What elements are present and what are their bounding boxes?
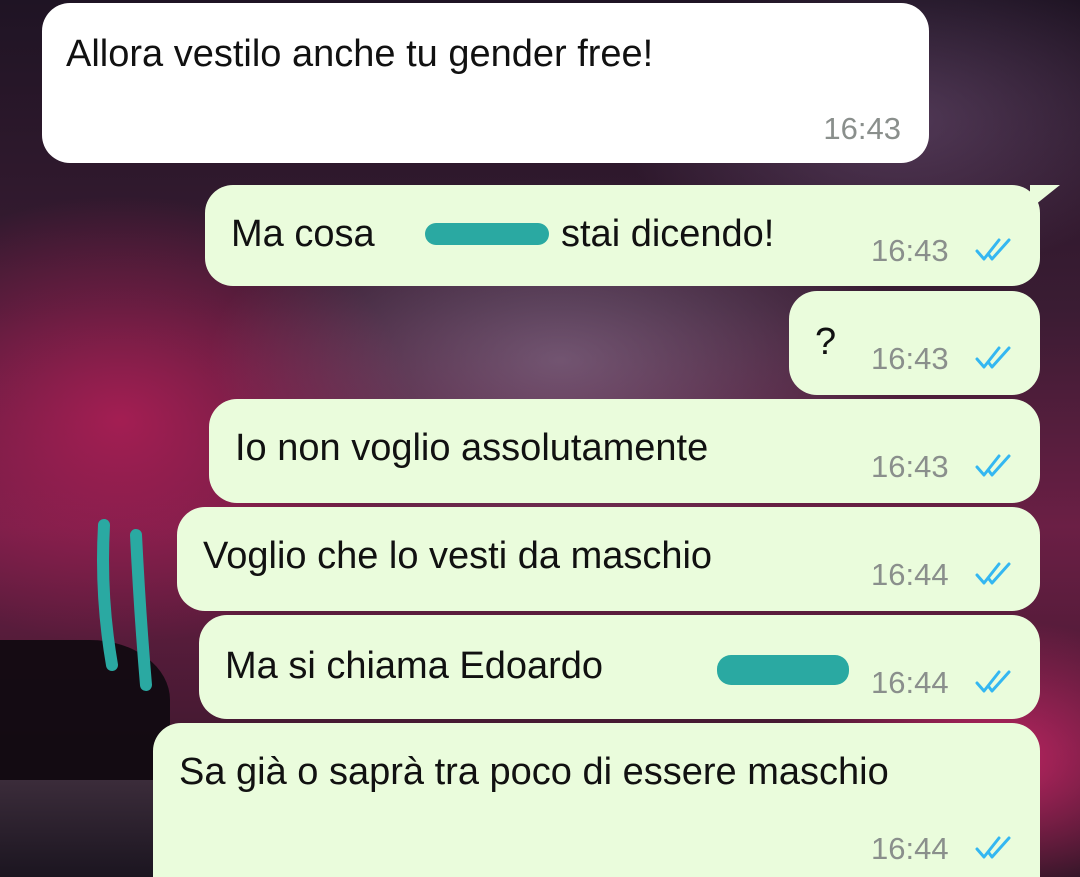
- message-bubble-outgoing[interactable]: Ma cosa stai dicendo! 16:43: [205, 185, 1040, 286]
- message-bubble-outgoing[interactable]: Sa già o saprà tra poco di essere maschi…: [153, 723, 1040, 877]
- double-check-icon: [975, 238, 1011, 261]
- double-check-icon: [975, 670, 1011, 693]
- message-bubble-outgoing[interactable]: Voglio che lo vesti da maschio 16:44: [177, 507, 1040, 611]
- message-bubble-incoming[interactable]: Allora vestilo anche tu gender free! 16:…: [42, 3, 929, 163]
- message-timestamp: 16:43: [871, 449, 949, 484]
- double-check-icon: [975, 454, 1011, 477]
- message-timestamp: 16:44: [871, 665, 949, 700]
- message-timestamp: 16:43: [871, 341, 949, 376]
- message-text: Sa già o saprà tra poco di essere maschi…: [179, 751, 889, 793]
- double-check-icon: [975, 346, 1011, 369]
- message-timestamp: 16:44: [871, 831, 949, 866]
- double-check-icon: [975, 836, 1011, 859]
- message-timestamp: 16:43: [823, 111, 901, 146]
- message-text: Voglio che lo vesti da maschio: [203, 535, 713, 577]
- message-text: Ma cosa: [231, 213, 375, 255]
- message-text: ?: [815, 321, 837, 363]
- annotation-marks: [97, 519, 152, 691]
- redaction-mark: [717, 655, 849, 685]
- message-bubble-outgoing[interactable]: Ma si chiama Edoardo 16:44: [199, 615, 1040, 719]
- message-text: Allora vestilo anche tu gender free!: [66, 33, 654, 75]
- redaction-mark: [425, 223, 549, 245]
- message-text: Ma si chiama Edoardo: [225, 645, 604, 687]
- message-timestamp: 16:43: [871, 233, 949, 268]
- message-bubble-outgoing[interactable]: ? 16:43: [789, 291, 1040, 395]
- message-bubble-outgoing[interactable]: Io non voglio assolutamente 16:43: [209, 399, 1040, 503]
- message-text: Io non voglio assolutamente: [235, 427, 709, 469]
- message-text-continued: stai dicendo!: [561, 213, 775, 255]
- message-timestamp: 16:44: [871, 557, 949, 592]
- double-check-icon: [975, 562, 1011, 585]
